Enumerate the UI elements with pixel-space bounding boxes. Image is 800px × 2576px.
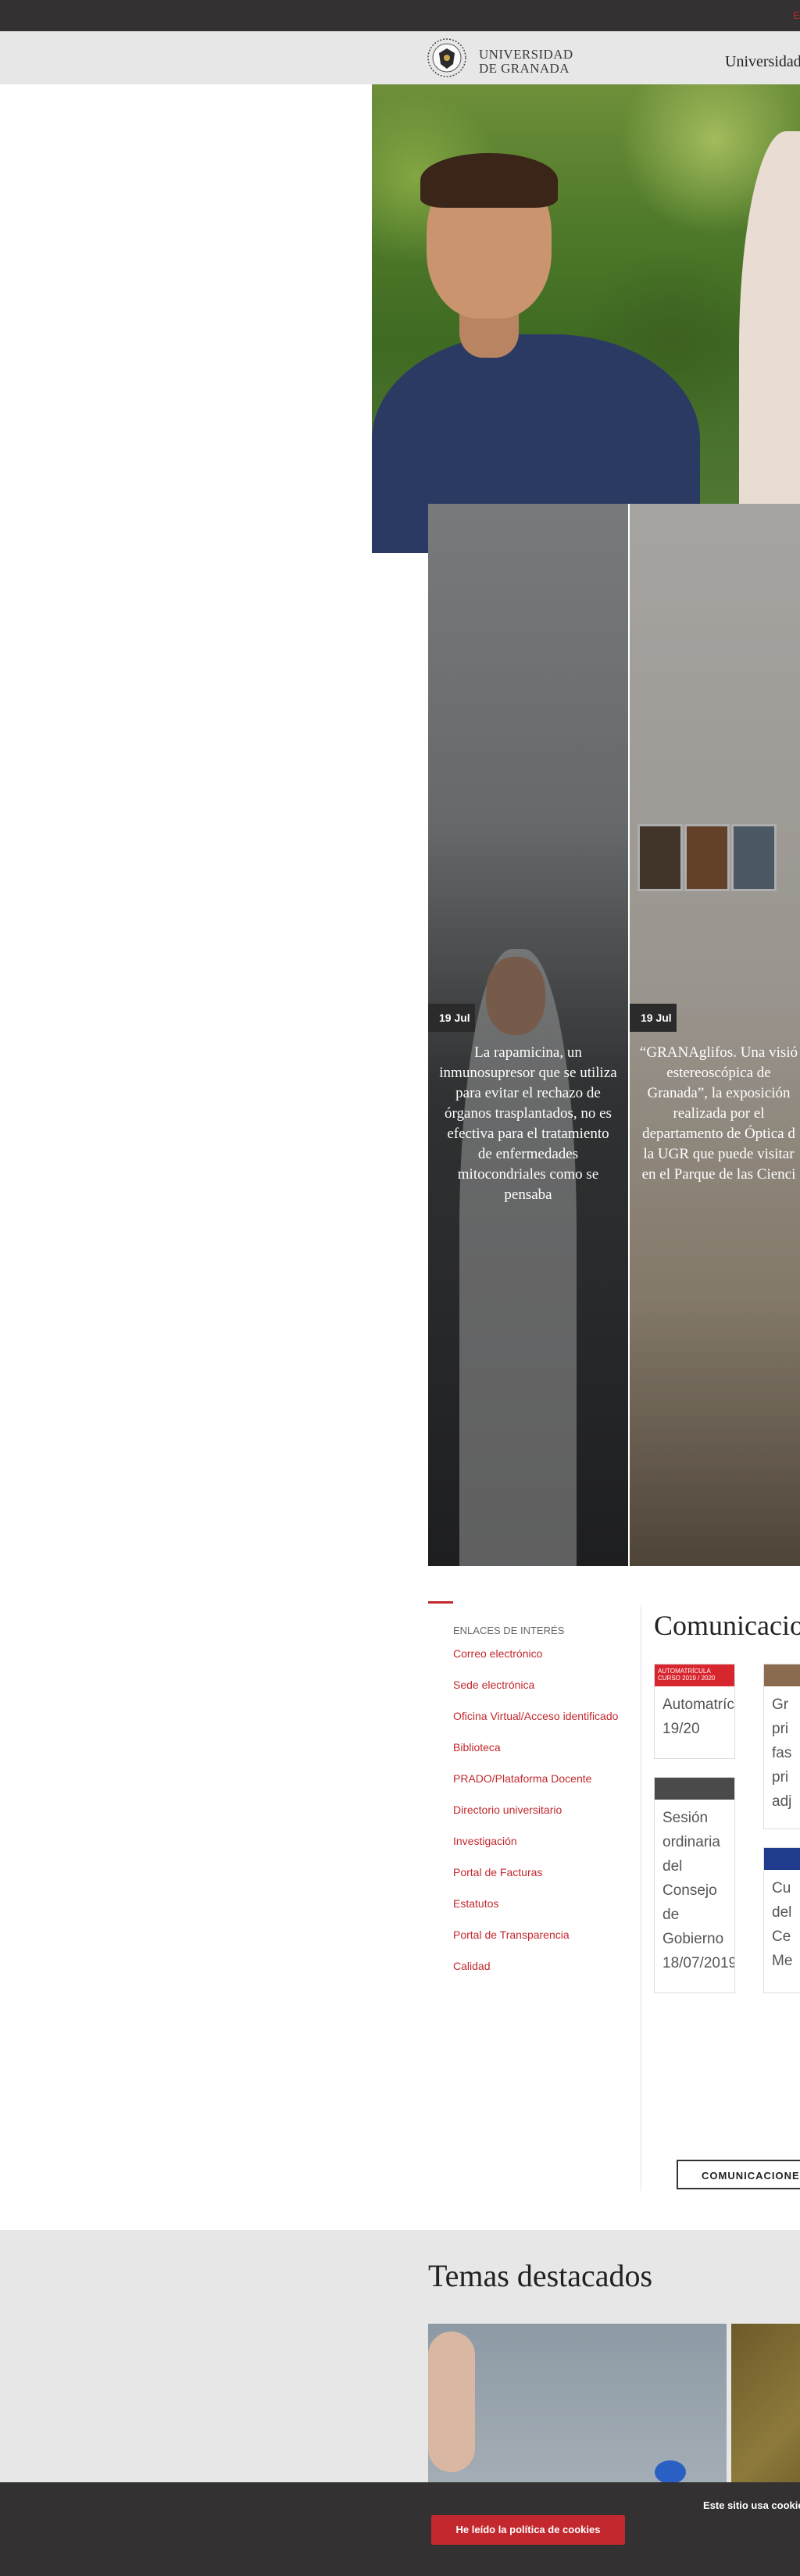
ugr-crest-icon <box>427 38 466 77</box>
link-estatutos[interactable]: Estatutos <box>453 1897 641 1928</box>
cookie-text: Este sitio usa cookie <box>703 2499 800 2511</box>
logo-line-2: DE GRANADA <box>479 61 570 76</box>
cookie-banner: Este sitio usa cookie He leído la políti… <box>0 2482 800 2576</box>
comunicaciones-title: Comunicacion <box>654 1610 800 1641</box>
card-thumbnail <box>655 1778 734 1800</box>
link-facturas[interactable]: Portal de Facturas <box>453 1866 641 1897</box>
link-correo[interactable]: Correo electrónico <box>453 1647 641 1679</box>
links-title: ENLACES DE INTERÉS <box>453 1625 565 1636</box>
nav-item-universidad[interactable]: Universidad <box>725 53 800 71</box>
accept-cookies-button[interactable]: He leído la política de cookies <box>431 2515 625 2545</box>
link-directorio[interactable]: Directorio universitario <box>453 1804 641 1835</box>
comunicacion-card[interactable]: Gr pri fas pri adj <box>763 1664 800 1829</box>
top-bar: E <box>0 0 800 31</box>
comunicaciones-button[interactable]: COMUNICACIONE <box>677 2160 800 2189</box>
links-of-interest: ENLACES DE INTERÉS Correo electrónico Se… <box>453 1625 641 1991</box>
news-card[interactable]: 19 Jul “GRANAglifos. Una visió estereosc… <box>628 504 800 1566</box>
section-accent <box>428 1601 453 1604</box>
card-text[interactable]: Automatrícula 19/20 <box>655 1686 734 1747</box>
card-text[interactable]: Sesión ordinaria del Consejo de Gobierno… <box>655 1800 734 1982</box>
news-card[interactable]: 19 Jul La rapamicina, un inmunosupresor … <box>428 504 628 1566</box>
news-title[interactable]: La rapamicina, un inmunosupresor que se … <box>439 1043 617 1205</box>
news-date: 19 Jul <box>428 1004 475 1032</box>
card-thumbnail: AUTOMATRÍCULA CURSO 2019 / 2020 <box>655 1664 734 1686</box>
link-investigacion[interactable]: Investigación <box>453 1835 641 1866</box>
link-biblioteca[interactable]: Biblioteca <box>453 1741 641 1772</box>
comunicacion-card[interactable]: Cu del Ce Me <box>763 1847 800 1993</box>
comunicacion-card[interactable]: Sesión ordinaria del Consejo de Gobierno… <box>654 1777 735 1993</box>
card-text[interactable]: Gr pri fas pri adj <box>764 1686 800 1820</box>
news-date: 19 Jul <box>630 1004 677 1032</box>
link-transparencia[interactable]: Portal de Transparencia <box>453 1928 641 1960</box>
link-sede[interactable]: Sede electrónica <box>453 1679 641 1710</box>
ugr-logo[interactable]: UNIVERSIDAD DE GRANADA <box>427 36 591 80</box>
comunicacion-card[interactable]: AUTOMATRÍCULA CURSO 2019 / 2020 Automatr… <box>654 1664 735 1759</box>
card-thumbnail <box>764 1848 800 1870</box>
card-thumbnail <box>764 1664 800 1686</box>
language-link[interactable]: E <box>793 9 800 21</box>
hero-image <box>372 84 800 553</box>
link-oficina-virtual[interactable]: Oficina Virtual/Acceso identificado <box>453 1710 641 1741</box>
card-text[interactable]: Cu del Ce Me <box>764 1870 800 1979</box>
logo-line-1: UNIVERSIDAD <box>479 47 573 62</box>
link-prado[interactable]: PRADO/Plataforma Docente <box>453 1772 641 1804</box>
temas-title: Temas destacados <box>428 2258 653 2293</box>
news-title[interactable]: “GRANAglifos. Una visió estereoscópica d… <box>636 1043 800 1185</box>
link-calidad[interactable]: Calidad <box>453 1960 641 1991</box>
site-header: UNIVERSIDAD DE GRANADA Universidad <box>0 31 800 84</box>
